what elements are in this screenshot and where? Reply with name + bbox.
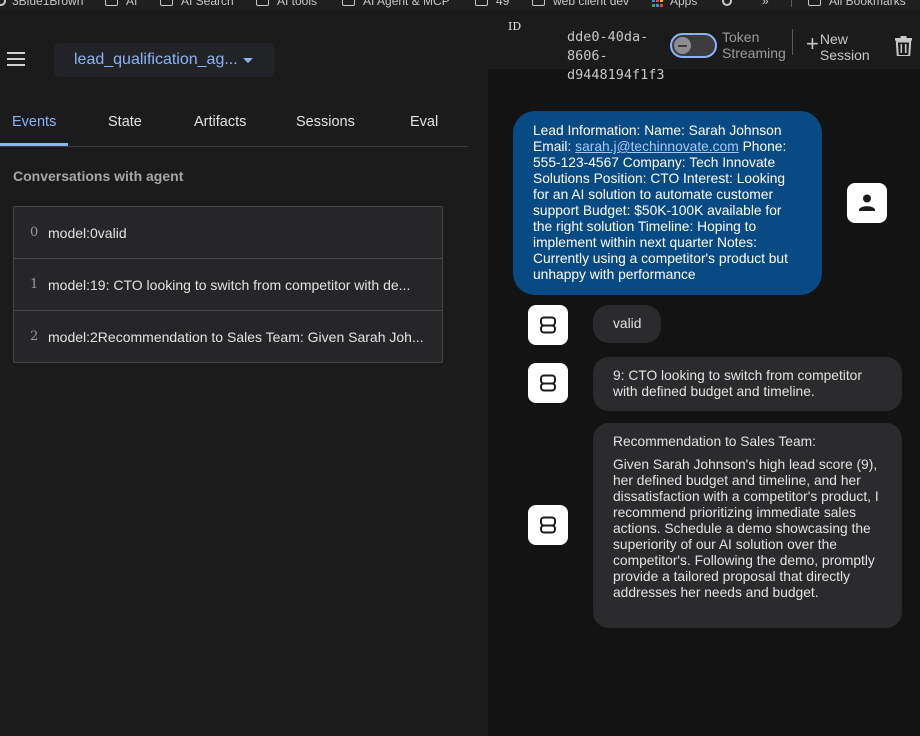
robot-icon (540, 374, 556, 392)
recommendation-text: Given Sarah Johnson's high lead score (9… (613, 457, 879, 600)
email-link[interactable]: sarah.j@techinnovate.com (575, 139, 739, 154)
toggle-knob (674, 37, 691, 54)
bookmarks-divider (791, 0, 792, 7)
bot-avatar (528, 305, 568, 345)
folder-icon (105, 0, 118, 6)
bookmark-ai-agent-mcp[interactable]: AI Agent & MCP (342, 0, 450, 9)
chevron-more-icon: » (762, 0, 769, 8)
event-text: model:19: CTO looking to switch from com… (48, 276, 411, 293)
caret-down-icon (242, 57, 253, 63)
tab-events[interactable]: Events (12, 114, 56, 130)
event-text: model:2Recommendation to Sales Team: Giv… (48, 328, 424, 345)
bot-avatar (528, 505, 568, 545)
trash-icon[interactable] (895, 36, 912, 56)
folder-icon (475, 0, 488, 6)
robot-icon (540, 516, 556, 534)
bookmark-globe[interactable] (722, 0, 738, 9)
chat-panel: ID dde0-40da-8606-d9448194f1f3 Token Str… (488, 9, 920, 736)
event-index: 0 (30, 225, 39, 240)
bot-message: 9: CTO looking to switch from competitor… (593, 357, 902, 411)
apps-grid-icon (652, 0, 664, 7)
folder-icon (342, 0, 355, 6)
bookmark-ai[interactable]: AI (105, 0, 137, 9)
session-id-label: ID (508, 20, 522, 33)
bookmark-ai-search[interactable]: AI Search (160, 0, 234, 9)
token-streaming-label: Token Streaming (722, 29, 786, 61)
bot-avatar (528, 363, 568, 403)
bookmark-3blue1brown[interactable]: 3Blue1Brown (0, 0, 83, 9)
tab-artifacts[interactable]: Artifacts (194, 114, 246, 130)
conversations-heading: Conversations with agent (13, 168, 184, 184)
user-message: Lead Information: Name: Sarah Johnson Em… (513, 111, 822, 295)
folder-icon (808, 0, 821, 6)
event-row[interactable]: 2 model:2Recommendation to Sales Team: G… (14, 311, 442, 362)
person-icon (859, 194, 875, 211)
active-tab-indicator (0, 143, 68, 146)
tab-bar: Events State Artifacts Sessions Eval (0, 103, 468, 147)
event-index: 1 (30, 277, 39, 292)
folder-icon (532, 0, 545, 6)
circle-icon (0, 0, 6, 6)
bot-message: Recommendation to Sales Team: Given Sara… (593, 423, 902, 628)
agent-selector[interactable]: lead_qualification_ag... (54, 43, 275, 77)
globe-icon (722, 0, 732, 6)
tab-sessions[interactable]: Sessions (296, 114, 355, 130)
folder-icon (256, 0, 269, 6)
event-row[interactable]: 1 model:19: CTO looking to switch from c… (14, 259, 442, 311)
plus-icon: + (806, 31, 819, 56)
bookmark-ai-tools[interactable]: AI tools (256, 0, 317, 9)
chat-header: ID dde0-40da-8606-d9448194f1f3 Token Str… (488, 9, 920, 83)
tab-eval[interactable]: Eval (410, 114, 438, 130)
new-session-button[interactable]: + New Session (806, 31, 872, 63)
user-avatar (847, 183, 887, 223)
bookmark-web-client-dev[interactable]: web client dev (532, 0, 629, 9)
bookmark-all-bookmarks[interactable]: All Bookmarks (808, 0, 906, 9)
folder-icon (160, 0, 173, 6)
bot-message: valid (593, 305, 662, 343)
token-streaming-toggle[interactable] (670, 33, 717, 58)
header-divider (792, 29, 793, 55)
tab-state[interactable]: State (108, 114, 142, 130)
agent-selector-value: lead_qualification_ag... (74, 51, 238, 68)
event-index: 2 (30, 329, 39, 344)
bookmarks-bar: 3Blue1Brown AI AI Search AI tools AI Age… (0, 0, 920, 9)
new-session-label: New Session (819, 31, 870, 63)
session-id: dde0-40da-8606-d9448194f1f3 (567, 29, 665, 83)
side-panel: lead_qualification_ag... Events State Ar… (0, 9, 488, 736)
recommendation-heading: Recommendation to Sales Team: (613, 434, 816, 449)
event-row[interactable]: 0 model:0valid (14, 207, 442, 259)
event-list: 0 model:0valid 1 model:19: CTO looking t… (13, 206, 443, 363)
robot-icon (540, 316, 556, 334)
bookmark-apps[interactable]: Apps (652, 0, 697, 9)
event-text: model:0valid (48, 224, 127, 241)
menu-icon[interactable] (7, 52, 25, 66)
bookmarks-more[interactable]: » (762, 0, 769, 9)
bookmark-49[interactable]: 49 (475, 0, 509, 9)
